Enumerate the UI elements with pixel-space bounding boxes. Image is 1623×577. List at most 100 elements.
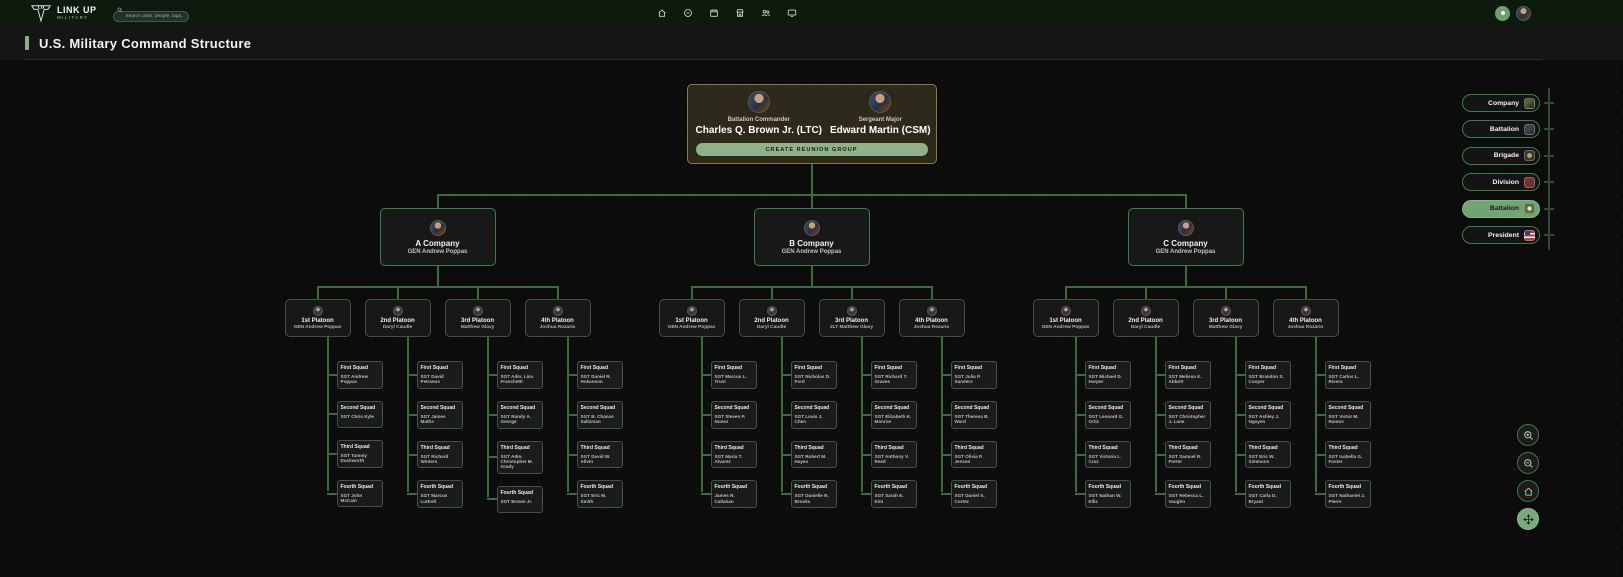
platoon-card[interactable]: 1st PlatoonGEN Andrew Poppas — [285, 299, 351, 337]
squad-card[interactable]: Third SquadSGT Olivia P. Jensen — [951, 441, 997, 469]
squad-name: Fourth Squad — [955, 484, 993, 490]
home-icon — [1523, 486, 1534, 497]
connector — [812, 286, 892, 288]
page-title: U.S. Military Command Structure — [39, 36, 251, 51]
platoon-card[interactable]: 4th PlatoonJoshua Rozario — [1273, 299, 1339, 337]
squad-card[interactable]: First SquadSGT Daniel R. Hokanson — [577, 361, 623, 389]
chat-icon[interactable] — [683, 8, 693, 18]
screen-share-icon[interactable] — [787, 8, 797, 18]
org-chart-canvas[interactable]: Battalion Commander Charles Q. Brown Jr.… — [0, 60, 1623, 577]
squad-card[interactable]: Fourth SquadSGT Daniel S. Cortez — [951, 480, 997, 508]
community-icon[interactable] — [761, 8, 771, 18]
rail-connector-line — [1548, 88, 1550, 250]
level-button-company-0[interactable]: Company — [1462, 94, 1540, 112]
connector — [437, 266, 439, 286]
platoon-card[interactable]: 1st PlatoonGEN Andrew Poppas — [1033, 299, 1099, 337]
squad-card[interactable]: Fourth SquadSGT Nathaniel J. Pierre — [1325, 480, 1371, 508]
level-button-president-5[interactable]: President — [1462, 226, 1540, 244]
platoon-card[interactable]: 3rd Platoon2LT Matthew Glavy — [819, 299, 885, 337]
battalion-commander-block[interactable]: Battalion Commander Charles Q. Brown Jr.… — [696, 91, 823, 136]
platoon-card[interactable]: 4th PlatoonJoshua Rozario — [525, 299, 591, 337]
squad-leader: SGT Nathaniel J. Pierre — [1329, 493, 1367, 504]
connector — [1185, 194, 1187, 208]
pan-button[interactable] — [1517, 508, 1539, 530]
platoon-leader: Joshua Rozario — [540, 325, 576, 330]
user-avatar[interactable] — [1516, 6, 1531, 21]
squad-leader: SGT Victor M. Ramos — [1329, 414, 1367, 425]
company-avatar — [430, 220, 446, 236]
company-card[interactable]: B CompanyGEN Andrew Poppas — [754, 208, 870, 266]
connector — [518, 286, 558, 288]
platoon-name: 3rd Platoon — [461, 318, 494, 324]
level-button-label: President — [1488, 232, 1519, 239]
platoons-tier: 1st PlatoonGEN Andrew PoppasFirst SquadS… — [652, 286, 972, 508]
platoon-avatar — [1301, 306, 1311, 316]
connector — [811, 164, 813, 194]
platoon-leader: Matthew Glavy — [461, 325, 495, 330]
squad-card[interactable]: Fourth SquadSGT Eric M. Smith — [577, 480, 623, 508]
create-reunion-group-button[interactable]: CREATE REUNION GROUP — [696, 143, 928, 156]
command-card[interactable]: Battalion Commander Charles Q. Brown Jr.… — [687, 84, 937, 164]
linkup-logo[interactable]: LU LINK UP MILITARY — [30, 4, 97, 23]
platoon-card[interactable]: 3rd PlatoonMatthew Glavy — [1193, 299, 1259, 337]
platoon-card[interactable]: 2nd PlatoonDaryl Caudle — [1113, 299, 1179, 337]
home-view-button[interactable] — [1517, 480, 1539, 502]
zoom-in-button[interactable] — [1517, 424, 1539, 446]
platoon-branch: 4th PlatoonJoshua RozarioFirst SquadSGT … — [892, 286, 972, 508]
status-button[interactable] — [1495, 6, 1510, 21]
store-icon[interactable] — [735, 8, 745, 18]
connector — [1185, 266, 1187, 286]
level-button-label: Battalion — [1490, 126, 1519, 133]
squad-card[interactable]: Third SquadSGT Isabella G. Foster — [1325, 441, 1371, 469]
level-button-label: Brigade — [1494, 152, 1519, 159]
battalion-insignia-icon — [1524, 124, 1535, 135]
search-input[interactable] — [113, 11, 189, 22]
platoon-leader: GEN Andrew Poppas — [294, 325, 342, 330]
platoon-card[interactable]: 2nd PlatoonDaryl Caudle — [739, 299, 805, 337]
squad-name: Second Squad — [1329, 405, 1367, 411]
level-button-division-3[interactable]: Division — [1462, 173, 1540, 191]
connector — [692, 286, 732, 288]
app-root: LU LINK UP MILITARY U.S. Military Comman… — [0, 0, 1623, 577]
squad-card[interactable]: Second SquadSGT Theresa B. Ward — [951, 401, 997, 429]
company-card[interactable]: A CompanyGEN Andrew Poppas — [380, 208, 496, 266]
company-card[interactable]: C CompanyGEN Andrew Poppas — [1128, 208, 1244, 266]
home-icon[interactable] — [657, 8, 667, 18]
commander-role: Battalion Commander — [728, 117, 790, 123]
platoon-card[interactable]: 1st PlatoonGEN Andrew Poppas — [659, 299, 725, 337]
sergeant-major-block[interactable]: Sergeant Major Edward Martin (CSM) — [830, 91, 931, 136]
connector — [892, 286, 932, 288]
level-button-battalion-4[interactable]: Battalion — [1462, 200, 1540, 218]
squad-list: First SquadSGT Daniel R. Hokanson Second … — [567, 337, 625, 508]
platoon-card[interactable]: 3rd PlatoonMatthew Glavy — [445, 299, 511, 337]
squad-leader: SGT Carlos L. Rivera — [1329, 374, 1367, 385]
squad-card[interactable]: Second Squad SGT Victor M. Ramos — [1325, 401, 1371, 429]
platoon-branch: 1st PlatoonGEN Andrew PoppasFirst SquadS… — [1026, 286, 1106, 508]
squad-card[interactable]: First SquadSGT Julia P. Sanders — [951, 361, 997, 389]
squad-name: First Squad — [955, 365, 993, 371]
sergeant-major-avatar — [869, 91, 891, 113]
platoon-name: 3rd Platoon — [835, 318, 868, 324]
squad-item: Third SquadSGT Olivia P. Jensen — [941, 441, 999, 469]
platoon-card[interactable]: 2nd PlatoonDaryl Caudle — [365, 299, 431, 337]
platoon-name: 2nd Platoon — [754, 318, 788, 324]
us-flag-icon — [1524, 230, 1535, 241]
squad-name: Second Squad — [581, 405, 619, 411]
level-button-battalion-1[interactable]: Battalion — [1462, 120, 1540, 138]
squad-list: First SquadSGT Julia P. Sanders Second Sq… — [941, 337, 999, 508]
level-button-brigade-2[interactable]: Brigade — [1462, 147, 1540, 165]
company-branch: A CompanyGEN Andrew Poppas 1st PlatoonGEN… — [251, 194, 625, 513]
squad-card[interactable]: Third SquadSGT David W. Allvin — [577, 441, 623, 469]
calendar-icon[interactable] — [709, 8, 719, 18]
platoon-avatar — [847, 306, 857, 316]
svg-text:LU: LU — [38, 4, 45, 10]
zoom-out-button[interactable] — [1517, 452, 1539, 474]
squad-card[interactable]: First SquadSGT Carlos L. Rivera — [1325, 361, 1371, 389]
company-leader: GEN Andrew Poppas — [782, 249, 842, 255]
level-button-label: Battalion — [1490, 205, 1519, 212]
platoon-card[interactable]: 4th PlatoonJoshua Rozario — [899, 299, 965, 337]
squad-leader: SGT Eric M. Smith — [581, 493, 619, 504]
squad-card[interactable]: Second SquadSGT B. Chance Saltzman — [577, 401, 623, 429]
connector — [999, 194, 1186, 196]
company-name: B Company — [789, 239, 833, 248]
